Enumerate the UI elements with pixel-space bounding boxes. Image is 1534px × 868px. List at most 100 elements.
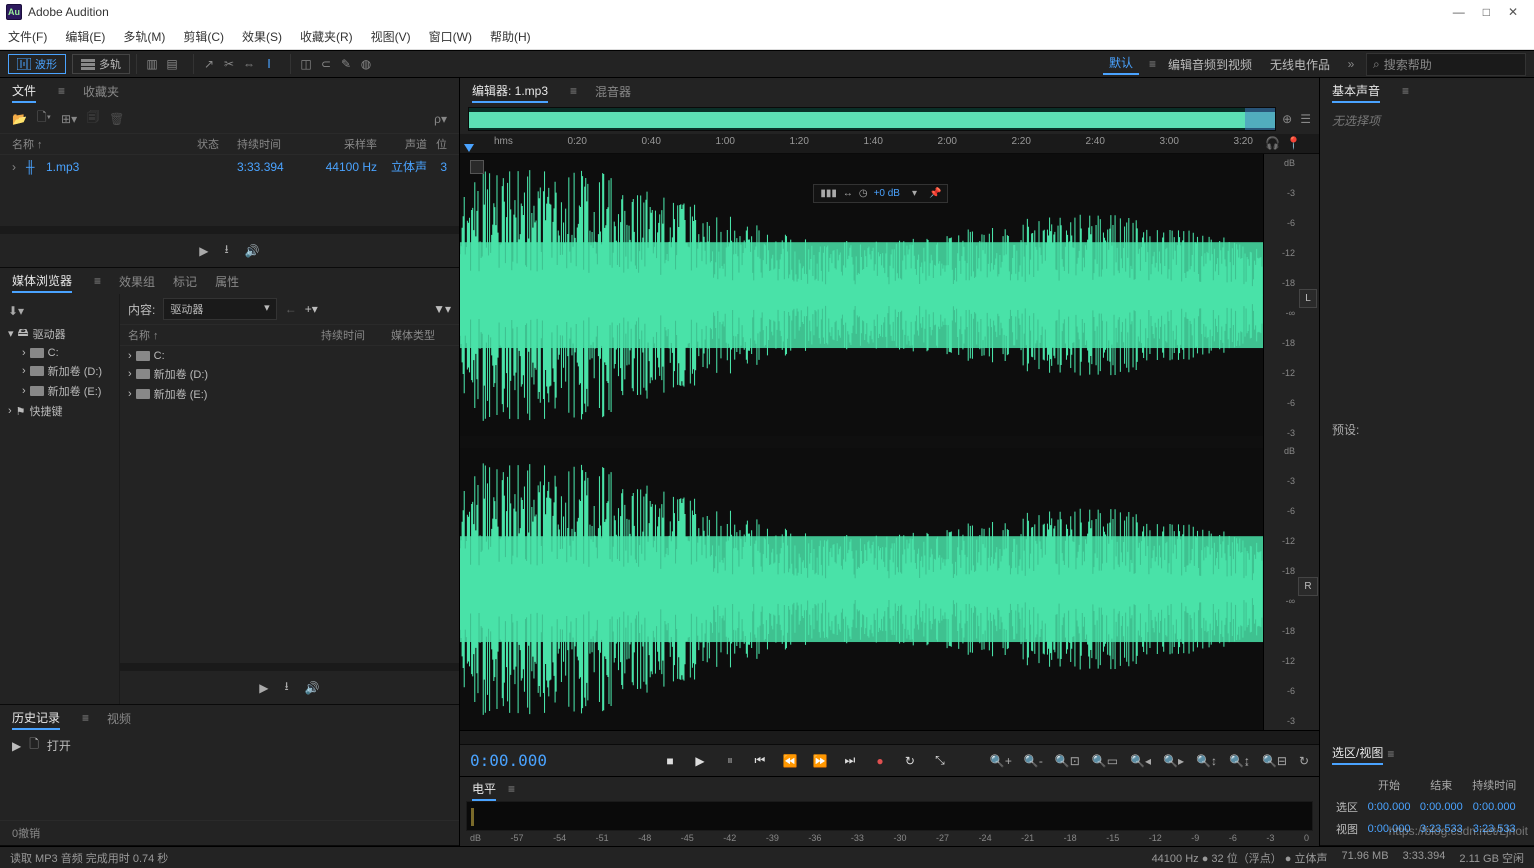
history-panel-menu-icon[interactable]: ≡	[82, 711, 89, 725]
menu-multitrack[interactable]: 多轨(M)	[123, 28, 165, 45]
zoom-amp-out-icon[interactable]: 🔍↨	[1229, 754, 1250, 768]
list-item[interactable]: ›新加卷 (E:)	[120, 384, 459, 404]
stop-button[interactable]: ■	[662, 753, 678, 769]
files-panel-menu-icon[interactable]: ≡	[58, 84, 65, 98]
zoom-out-point-icon[interactable]: 🔍▸	[1163, 754, 1184, 768]
zoom-reset-icon[interactable]: ⊕	[1282, 112, 1292, 126]
tab-mixer[interactable]: 混音器	[595, 81, 631, 102]
tab-history[interactable]: 历史记录	[12, 707, 60, 730]
media-hscroll[interactable]	[120, 663, 459, 671]
workspace-default-menu-icon[interactable]: ≡	[1149, 57, 1156, 71]
close-file-icon[interactable]: 🗑	[109, 112, 124, 126]
maximize-icon[interactable]: □	[1483, 5, 1490, 19]
volume-hud[interactable]: ▮▮▮ ↔ ◷ +0 dB ▾ 📌	[813, 184, 948, 203]
zoom-full-icon[interactable]: 🔍⊡	[1055, 754, 1080, 768]
workspace-radio[interactable]: 无线电作品	[1264, 56, 1336, 73]
menu-favorites[interactable]: 收藏夹(R)	[300, 28, 353, 45]
menu-window[interactable]: 窗口(W)	[429, 28, 472, 45]
tree-item[interactable]: ›新加卷 (E:)	[0, 381, 119, 401]
back-icon[interactable]: ←	[285, 302, 297, 316]
move-tool-icon[interactable]: ↗	[200, 55, 218, 73]
refresh-icon[interactable]: ↻	[1299, 754, 1309, 768]
marquee-tool-icon[interactable]: ◫	[297, 55, 315, 73]
channel-left-button[interactable]: L	[1299, 289, 1317, 308]
menu-edit[interactable]: 编辑(E)	[65, 28, 105, 45]
brush-tool-icon[interactable]: ✎	[337, 55, 355, 73]
workspace-audio-video[interactable]: 编辑音频到视频	[1162, 56, 1258, 73]
pause-button[interactable]: ⏸	[722, 753, 738, 769]
content-dropdown[interactable]: 驱动器▾	[163, 298, 276, 320]
list-item[interactable]: ›C:	[120, 348, 459, 364]
spot-heal-tool-icon[interactable]: ◍	[357, 55, 375, 73]
timecode-display[interactable]: 0:00.000	[470, 751, 620, 770]
history-item[interactable]: ▶ 🗋 打开	[0, 731, 459, 760]
pin-icon[interactable]: 📍	[1286, 136, 1301, 151]
sel-start[interactable]: 0:00.000	[1364, 797, 1414, 817]
razor-tool-icon[interactable]: ✂	[220, 55, 238, 73]
list-view-icon[interactable]: ☰	[1300, 112, 1311, 126]
file-info-icon[interactable]: 🗐	[87, 108, 99, 129]
tab-levels[interactable]: 电平	[472, 778, 496, 801]
tab-selection-view[interactable]: 选区/视图	[1332, 742, 1383, 765]
tab-files[interactable]: 文件	[12, 80, 36, 103]
open-file-icon[interactable]: 📂	[12, 112, 27, 126]
record-button[interactable]: ●	[872, 753, 888, 769]
loop-button[interactable]: ↻	[902, 753, 918, 769]
tab-effects-rack[interactable]: 效果组	[119, 271, 155, 292]
workspace-default[interactable]: 默认	[1103, 54, 1139, 75]
files-loop-icon[interactable]: ⭳	[225, 240, 229, 261]
overview-selection[interactable]	[1245, 108, 1275, 130]
next-button[interactable]: ⏭	[842, 753, 858, 769]
tab-favorites[interactable]: 收藏夹	[83, 81, 119, 102]
filter-icon[interactable]: ▼▾	[433, 302, 451, 316]
channel-right-button[interactable]: R	[1298, 577, 1317, 596]
tab-essential-sound[interactable]: 基本声音	[1332, 80, 1380, 103]
playhead-icon[interactable]	[464, 144, 474, 152]
tree-item[interactable]: ›新加卷 (D:)	[0, 361, 119, 381]
workspace-overflow-icon[interactable]: »	[1342, 55, 1360, 73]
tab-media-browser[interactable]: 媒体浏览器	[12, 270, 72, 293]
media-play-icon[interactable]: ▶	[259, 681, 268, 695]
zoom-selection-icon[interactable]: 🔍▭	[1092, 754, 1118, 768]
media-autoplay-icon[interactable]: 🔊	[305, 681, 320, 695]
skip-selection-button[interactable]: ⤡	[932, 753, 948, 769]
zoom-in-point-icon[interactable]: 🔍◂	[1130, 754, 1151, 768]
close-icon[interactable]: ✕	[1508, 5, 1518, 19]
waveform-display[interactable]: ▮▮▮ ↔ ◷ +0 dB ▾ 📌	[460, 154, 1263, 730]
rewind-button[interactable]: ⏪	[782, 753, 798, 769]
mode-multitrack-button[interactable]: 多轨	[72, 54, 130, 74]
mode-waveform-button[interactable]: 波形	[8, 54, 66, 74]
tab-markers[interactable]: 标记	[173, 271, 197, 292]
levels-panel-menu-icon[interactable]: ≡	[508, 782, 515, 796]
search-help-input[interactable]: ⌕ 搜索帮助	[1366, 53, 1526, 76]
download-icon[interactable]: ⬇▾	[0, 300, 119, 322]
menu-effects[interactable]: 效果(S)	[242, 28, 282, 45]
zoom-reset-amp-icon[interactable]: 🔍⊟	[1262, 754, 1287, 768]
files-play-icon[interactable]: ▶	[199, 244, 208, 258]
pin-icon[interactable]: 📌	[929, 188, 941, 199]
menu-clip[interactable]: 剪辑(C)	[183, 28, 224, 45]
spectral-pitch-icon[interactable]: ▤	[163, 55, 181, 73]
tab-video[interactable]: 视频	[107, 708, 131, 729]
tree-item[interactable]: ›⚑快捷键	[0, 401, 119, 421]
time-ruler[interactable]: hms0:200:401:001:201:402:002:202:403:003…	[460, 134, 1319, 154]
media-panel-menu-icon[interactable]: ≡	[94, 274, 101, 288]
selection-panel-menu-icon[interactable]: ≡	[1387, 747, 1394, 761]
waveform-hscroll[interactable]	[460, 730, 1319, 744]
files-hscroll[interactable]	[0, 226, 459, 234]
spectral-frequency-icon[interactable]: ▥	[143, 55, 161, 73]
tab-properties[interactable]: 属性	[215, 271, 239, 292]
menu-file[interactable]: 文件(F)	[8, 28, 47, 45]
play-button[interactable]: ▶	[692, 753, 708, 769]
headphones-icon[interactable]: 🎧	[1265, 136, 1280, 151]
sel-end[interactable]: 0:00.000	[1416, 797, 1466, 817]
lasso-tool-icon[interactable]: ⊂	[317, 55, 335, 73]
prev-button[interactable]: ⏮	[752, 753, 768, 769]
media-loop-icon[interactable]: ⭳	[285, 677, 289, 698]
minimize-icon[interactable]: —	[1453, 5, 1465, 19]
zoom-amp-in-icon[interactable]: 🔍↕	[1196, 754, 1217, 768]
forward-button[interactable]: ⏩	[812, 753, 828, 769]
zoom-out-icon[interactable]: 🔍-	[1024, 754, 1043, 768]
overview-waveform[interactable]	[468, 107, 1276, 131]
file-row[interactable]: › ╫ 1.mp3 3:33.394 44100 Hz 立体声 3	[0, 155, 459, 178]
